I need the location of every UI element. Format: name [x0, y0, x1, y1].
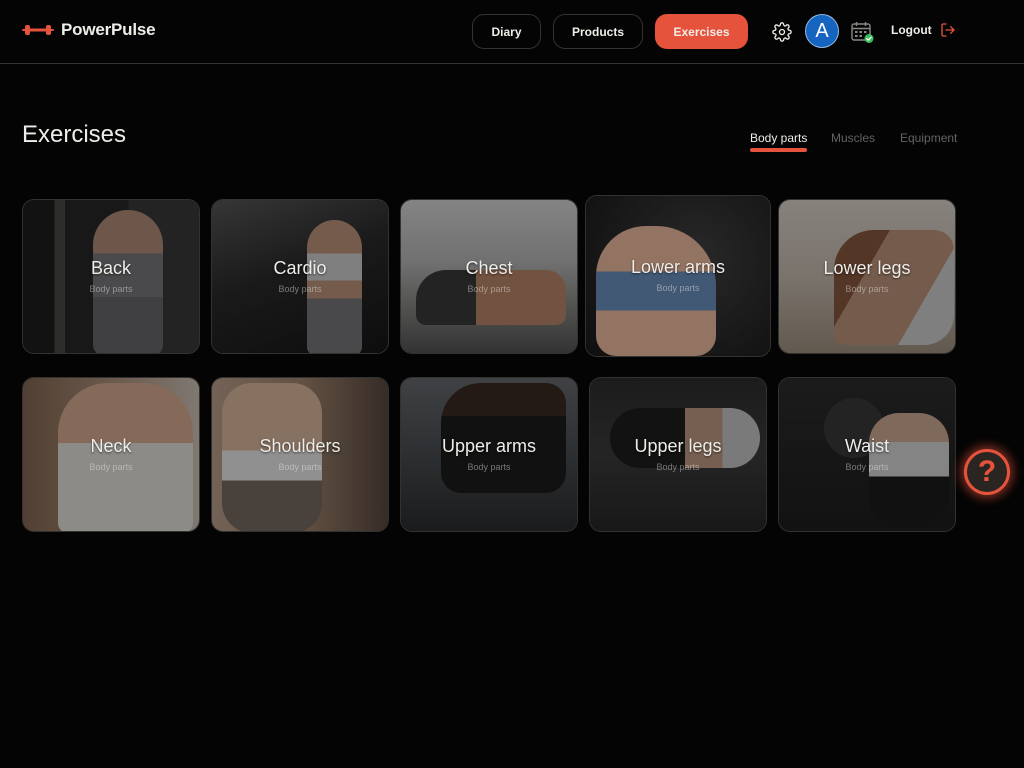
card-subtitle: Body parts	[845, 462, 889, 472]
brand-name: PowerPulse	[61, 20, 156, 39]
exercise-card-shoulders[interactable]: Shoulders Body parts	[211, 377, 389, 532]
card-title: Cardio	[273, 258, 327, 278]
card-subtitle: Body parts	[845, 284, 889, 294]
card-subtitle: Body parts	[467, 284, 511, 294]
card-title: Shoulders	[259, 436, 341, 456]
card-subtitle: Body parts	[278, 284, 322, 294]
app-header: PowerPulse Diary Products Exercises A Lo…	[0, 0, 1024, 64]
exercise-card-upper-legs[interactable]: Upper legs Body parts	[589, 377, 767, 532]
user-avatar[interactable]: A	[805, 14, 839, 48]
card-title: Lower arms	[630, 257, 726, 277]
gear-icon	[772, 22, 792, 42]
card-subtitle: Body parts	[656, 462, 700, 472]
card-subtitle: Body parts	[89, 284, 133, 294]
page-title: Exercises	[22, 121, 127, 148]
calendar-button[interactable]	[850, 20, 874, 44]
nav-exercises-button[interactable]: Exercises	[655, 14, 748, 49]
logout-icon	[940, 23, 955, 37]
card-title: Upper arms	[441, 436, 537, 456]
card-title: Neck	[90, 436, 132, 456]
settings-button[interactable]	[771, 21, 793, 43]
dumbbell-icon	[22, 25, 54, 35]
logout-label: Logout	[891, 23, 932, 37]
exercise-card-back[interactable]: Back Body parts	[22, 199, 200, 354]
card-title: Waist	[844, 436, 890, 456]
card-subtitle: Body parts	[656, 283, 700, 293]
card-title: Lower legs	[823, 258, 911, 278]
card-subtitle: Body parts	[467, 462, 511, 472]
exercise-card-upper-arms[interactable]: Upper arms Body parts	[400, 377, 578, 532]
exercise-card-cardio[interactable]: Cardio Body parts	[211, 199, 389, 354]
help-button[interactable]: ?	[964, 449, 1010, 495]
exercise-card-lower-arms[interactable]: Lower arms Body parts	[585, 195, 771, 357]
card-title: Chest	[465, 258, 513, 278]
nav-products-button[interactable]: Products	[553, 14, 643, 49]
help-icon: ?	[977, 455, 997, 488]
card-subtitle: Body parts	[278, 462, 322, 472]
brand-logo[interactable]: PowerPulse	[22, 20, 156, 40]
exercise-card-neck[interactable]: Neck Body parts	[22, 377, 200, 532]
tab-muscles[interactable]: Muscles	[831, 131, 875, 150]
tab-equipment[interactable]: Equipment	[900, 131, 957, 150]
tab-body-parts[interactable]: Body parts	[750, 131, 808, 152]
exercise-card-waist[interactable]: Waist Body parts	[778, 377, 956, 532]
logout-button[interactable]: Logout	[891, 22, 956, 38]
card-subtitle: Body parts	[89, 462, 133, 472]
nav-diary-button[interactable]: Diary	[472, 14, 541, 49]
avatar-initial: A	[815, 19, 829, 42]
card-title: Upper legs	[634, 436, 722, 456]
exercise-card-lower-legs[interactable]: Lower legs Body parts	[778, 199, 956, 354]
exercise-card-chest[interactable]: Chest Body parts	[400, 199, 578, 354]
card-title: Back	[90, 258, 132, 278]
calendar-check-icon	[851, 22, 874, 43]
